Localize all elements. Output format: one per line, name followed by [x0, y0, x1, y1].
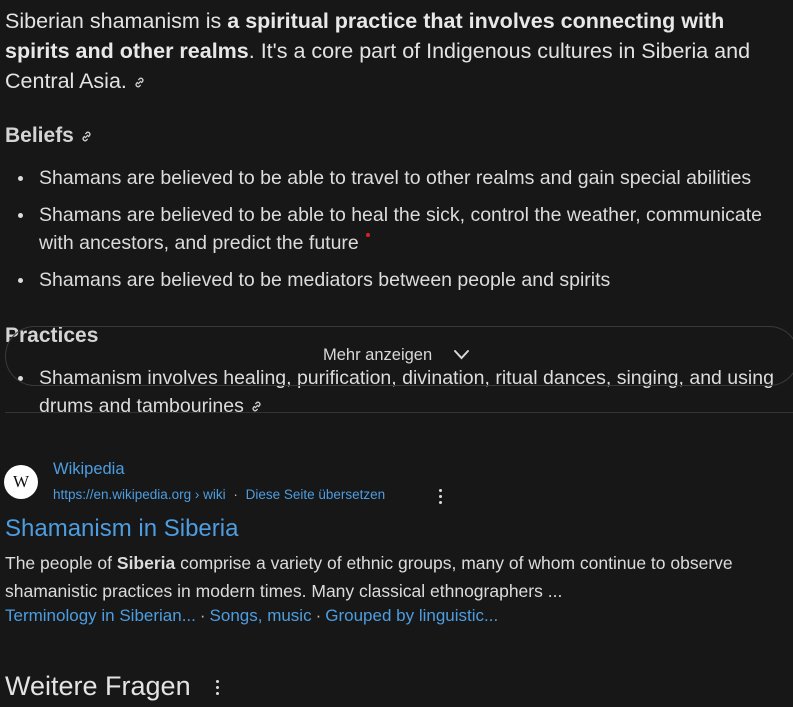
- result-title-link[interactable]: Shamanism in Siberia: [5, 515, 238, 543]
- beliefs-heading-text: Beliefs: [5, 124, 74, 147]
- sitelink-separator: ·: [315, 606, 322, 625]
- link-icon[interactable]: [133, 76, 146, 89]
- kebab-menu-icon[interactable]: [439, 489, 443, 507]
- show-more-label[interactable]: Mehr anzeigen: [323, 346, 432, 365]
- chevron-down-icon[interactable]: [453, 349, 470, 361]
- beliefs-heading: Beliefs: [5, 124, 93, 148]
- sitelink[interactable]: Songs, music: [210, 606, 312, 625]
- result-url[interactable]: https://en.wikipedia.org › wiki: [53, 487, 226, 502]
- kebab-menu-icon[interactable]: [216, 680, 220, 698]
- translate-link[interactable]: Diese Seite übersetzen: [246, 487, 386, 502]
- list-item-text: Shamans are believed to be able to heal …: [39, 204, 763, 254]
- more-questions-heading: Weitere Fragen: [5, 671, 191, 701]
- sitelink-separator: ·: [199, 606, 206, 625]
- list-item: Shamans are believed to be able to heal …: [5, 201, 793, 257]
- wikipedia-logo[interactable]: W: [4, 465, 38, 499]
- beliefs-list: Shamans are believed to be able to trave…: [5, 164, 793, 294]
- link-icon[interactable]: [80, 130, 93, 143]
- marker-dot: [365, 233, 370, 237]
- snippet-start: The people of: [5, 553, 117, 573]
- result-url-line: https://en.wikipedia.org › wiki · Diese …: [53, 487, 385, 502]
- sitelink[interactable]: Grouped by linguistic...: [325, 606, 498, 625]
- result-snippet: The people of Siberia comprise a variety…: [5, 549, 785, 605]
- result-sitelinks: Terminology in Siberian... · Songs, music ·…: [5, 606, 498, 626]
- divider: [5, 412, 793, 413]
- intro-text-start: Siberian shamanism is: [5, 9, 228, 33]
- url-separator: ·: [233, 487, 238, 502]
- result-site-name[interactable]: Wikipedia: [53, 460, 125, 479]
- overview-intro: Siberian shamanism is a spiritual practi…: [5, 6, 791, 96]
- snippet-bold: Siberia: [116, 553, 176, 573]
- list-item: Shamans are believed to be mediators bet…: [5, 266, 793, 294]
- sitelink[interactable]: Terminology in Siberian...: [5, 606, 196, 625]
- list-item: Shamans are believed to be able to trave…: [5, 164, 793, 192]
